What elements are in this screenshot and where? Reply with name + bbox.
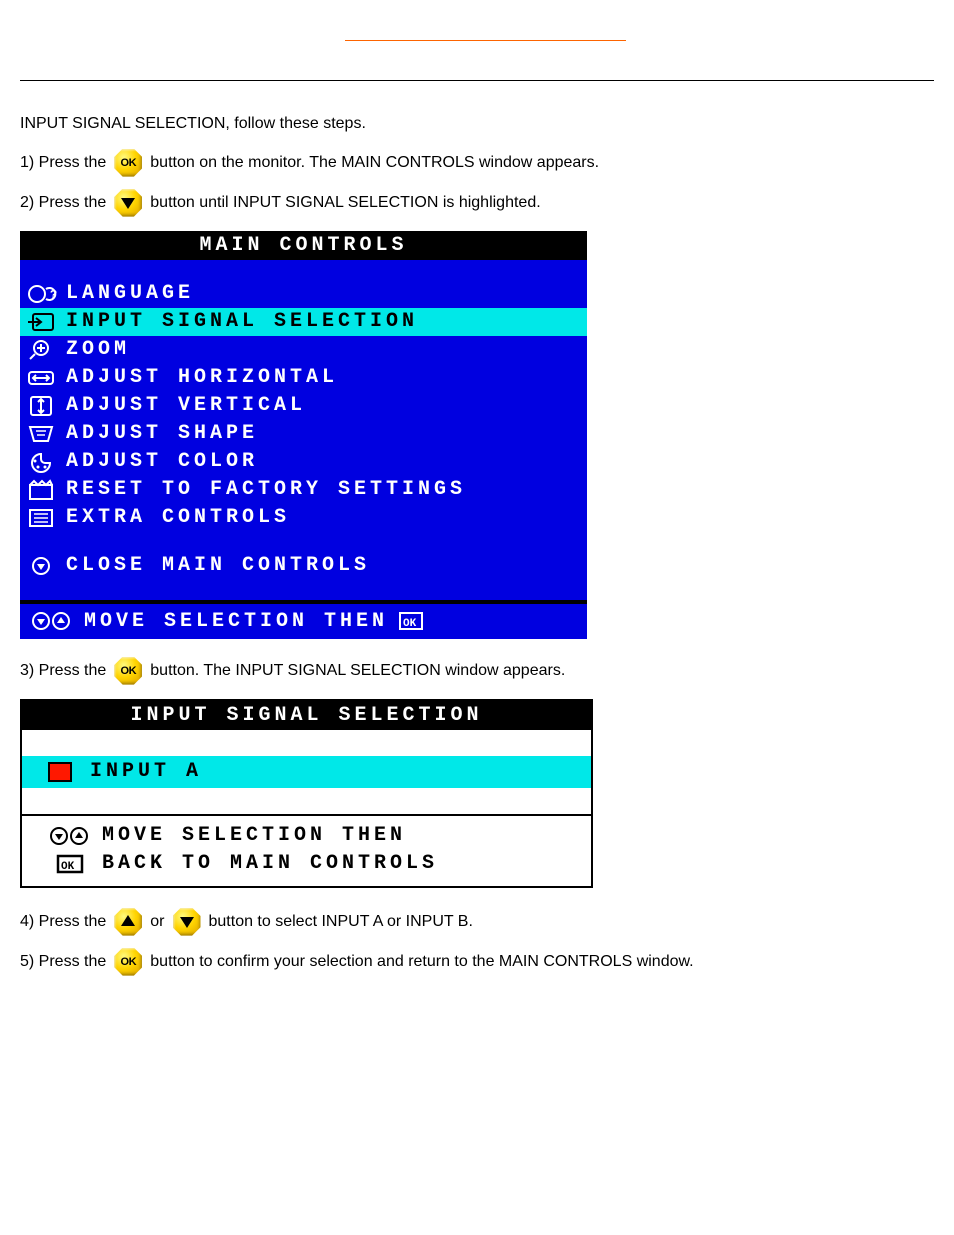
osd-item-extra-controls[interactable]: EXTRA CONTROLS	[20, 504, 587, 532]
step-2: 2) Press the button until INPUT SIGNAL S…	[20, 189, 934, 217]
osd-item-close[interactable]: CLOSE MAIN CONTROLS	[20, 552, 587, 580]
osd-item-adjust-horizontal[interactable]: ADJUST HORIZONTAL	[20, 364, 587, 392]
step-4-lead: 4) Press the	[20, 913, 106, 931]
step-5-lead: 5) Press the	[20, 953, 106, 971]
iss-option-input-a[interactable]: INPUT A	[22, 756, 591, 788]
osd-item-label: RESET TO FACTORY SETTINGS	[66, 478, 466, 501]
osd-item-label: EXTRA CONTROLS	[66, 506, 290, 529]
ok-box-icon: OK	[48, 853, 92, 875]
step-2-tail: button until INPUT SIGNAL SELECTION is h…	[150, 194, 540, 212]
iss-option-label: INPUT A	[90, 760, 202, 783]
step-1: 1) Press the OK button on the monitor. T…	[20, 149, 934, 177]
osd-item-language[interactable]: ? LANGUAGE	[20, 280, 587, 308]
iss-footer-text-1: MOVE SELECTION THEN	[102, 824, 406, 847]
osd-item-adjust-color[interactable]: ADJUST COLOR	[20, 448, 587, 476]
up-down-nav-icon	[48, 825, 92, 847]
ok-button-icon: OK	[114, 149, 142, 177]
input-signal-osd: INPUT SIGNAL SELECTION INPUT A MOVE SELE…	[20, 699, 593, 888]
osd-item-label: ADJUST SHAPE	[66, 422, 258, 445]
svg-text:OK: OK	[403, 618, 417, 630]
step-2-lead: 2) Press the	[20, 194, 106, 212]
main-controls-osd: MAIN CONTROLS ? LANGUAGE INPUT SIGNAL SE…	[20, 231, 587, 639]
osd-item-input-signal[interactable]: INPUT SIGNAL SELECTION	[20, 308, 587, 336]
up-arrow-icon	[114, 908, 142, 936]
svg-text:?: ?	[50, 288, 58, 302]
down-arrow-icon	[114, 189, 142, 217]
osd-footer: MOVE SELECTION THEN OK	[20, 600, 587, 639]
step-1-lead: 1) Press the	[20, 154, 106, 172]
selected-indicator-icon	[48, 762, 72, 782]
step-5-tail: button to confirm your selection and ret…	[150, 953, 693, 971]
osd-item-reset-factory[interactable]: RESET TO FACTORY SETTINGS	[20, 476, 587, 504]
step-4-tail: button to select INPUT A or INPUT B.	[209, 913, 473, 931]
osd-close-label: CLOSE MAIN CONTROLS	[66, 554, 370, 577]
osd-item-label: ADJUST HORIZONTAL	[66, 366, 338, 389]
osd-item-zoom[interactable]: ZOOM	[20, 336, 587, 364]
top-placeholder-link[interactable]	[345, 40, 626, 56]
ok-box-icon: OK	[398, 610, 424, 632]
osd-item-label: ADJUST VERTICAL	[66, 394, 306, 417]
step-3: 3) Press the OK button. The INPUT SIGNAL…	[20, 657, 934, 685]
iss-title: INPUT SIGNAL SELECTION	[22, 701, 591, 730]
osd-footer-text: MOVE SELECTION THEN	[84, 610, 388, 633]
step-4: 4) Press the or button to select INPUT A…	[20, 908, 934, 936]
down-arrow-icon	[173, 908, 201, 936]
osd-item-label: ZOOM	[66, 338, 130, 361]
ok-button-icon: OK	[114, 948, 142, 976]
osd-item-adjust-vertical[interactable]: ADJUST VERTICAL	[20, 392, 587, 420]
step-5: 5) Press the OK button to confirm your s…	[20, 948, 934, 976]
osd-title: MAIN CONTROLS	[20, 231, 587, 260]
step-3-tail: button. The INPUT SIGNAL SELECTION windo…	[150, 662, 565, 680]
osd-item-label: INPUT SIGNAL SELECTION	[66, 310, 418, 333]
up-down-nav-icon	[30, 610, 74, 632]
osd-item-label: LANGUAGE	[66, 282, 194, 305]
intro-text: INPUT SIGNAL SELECTION, follow these ste…	[20, 81, 934, 137]
osd-item-adjust-shape[interactable]: ADJUST SHAPE	[20, 420, 587, 448]
svg-text:OK: OK	[61, 861, 75, 873]
step-3-lead: 3) Press the	[20, 662, 106, 680]
ok-button-icon: OK	[114, 657, 142, 685]
step-1-tail: button on the monitor. The MAIN CONTROLS…	[150, 154, 599, 172]
step-4-or: or	[150, 913, 164, 931]
iss-footer-text-2: BACK TO MAIN CONTROLS	[102, 852, 438, 875]
osd-item-label: ADJUST COLOR	[66, 450, 258, 473]
